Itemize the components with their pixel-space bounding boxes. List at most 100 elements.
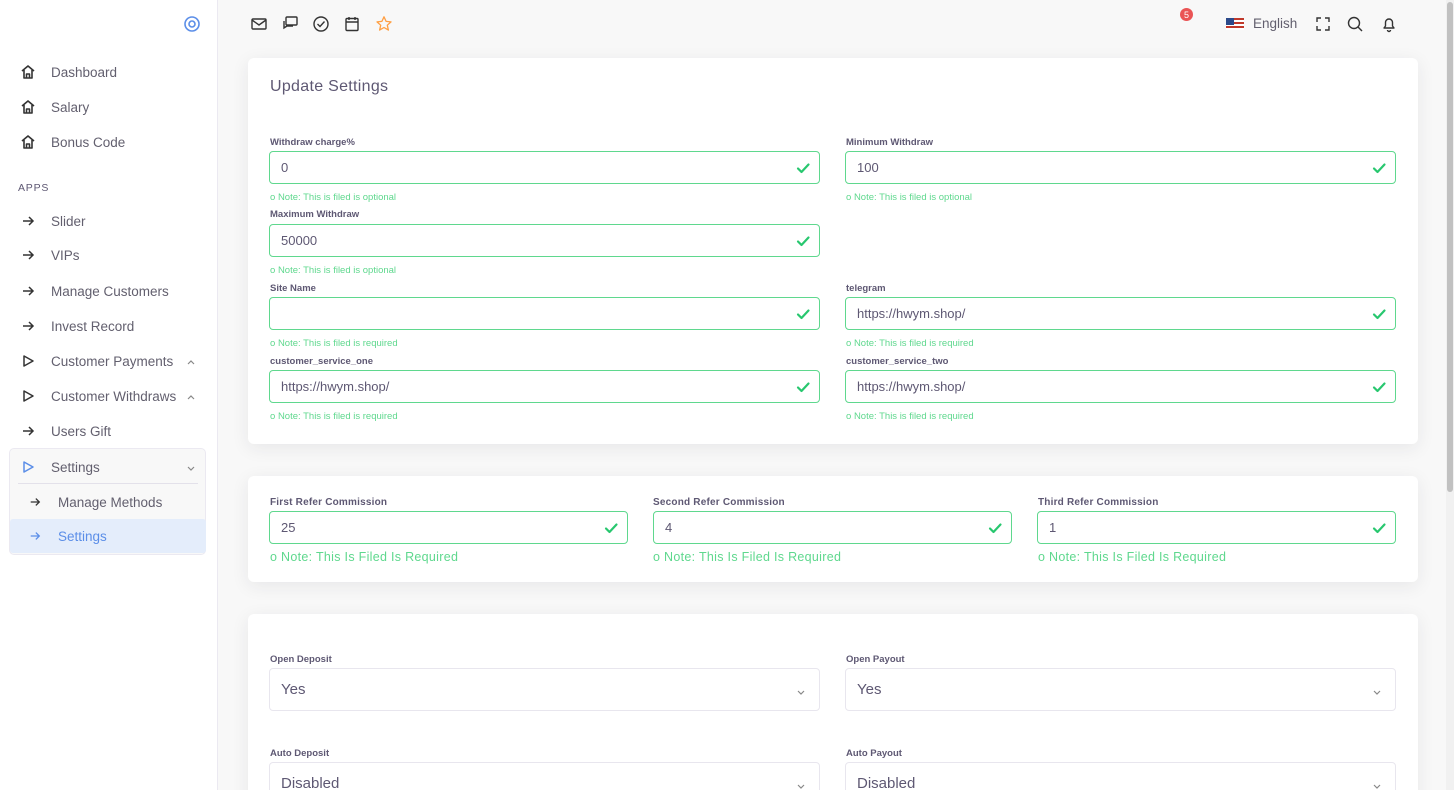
language-selector[interactable]: English — [1226, 16, 1297, 31]
first-refer-input[interactable]: 25 — [269, 511, 628, 544]
field-note: Note: This is filed is optional — [846, 192, 972, 203]
mail-icon[interactable] — [250, 15, 268, 33]
sidebar-item-label: Dashboard — [51, 64, 118, 80]
check-icon — [795, 160, 811, 176]
auto-payout-select[interactable]: Disabled — [845, 762, 1396, 790]
site-name-label: Site Name — [270, 283, 316, 294]
maximum-withdraw-input[interactable]: 50000 — [269, 224, 820, 257]
open-payout-label: Open Payout — [846, 654, 905, 665]
third-refer-label: Third Refer Commission — [1038, 497, 1159, 508]
search-icon[interactable] — [1346, 15, 1364, 33]
bell-icon[interactable] — [1380, 15, 1398, 33]
auto-deposit-select[interactable]: Disabled — [269, 762, 820, 790]
auto-payout-label: Auto Payout — [846, 748, 902, 759]
us-flag-icon — [1226, 17, 1244, 30]
field-note: Note: This is filed is required — [846, 338, 974, 349]
sidebar-item-users-gift[interactable]: Users Gift — [10, 414, 206, 448]
radio-toggle-icon[interactable] — [183, 15, 201, 33]
sidebar-item-label: Slider — [51, 213, 86, 229]
sidebar-item-label: Customer Payments — [51, 353, 174, 369]
telegram-input[interactable]: https://hwym.shop/ — [845, 297, 1396, 330]
third-refer-input[interactable]: 1 — [1037, 511, 1396, 544]
sidebar: Dashboard Salary Bonus Code APPS Slider … — [0, 0, 218, 790]
arrow-right-icon — [20, 423, 36, 439]
second-refer-label: Second Refer Commission — [653, 497, 785, 508]
field-note: Note: This Is Filed Is Required — [1038, 550, 1226, 564]
sidebar-item-label: Manage Methods — [58, 494, 163, 510]
home-icon — [20, 99, 36, 115]
check-icon — [795, 233, 811, 249]
check-icon — [1371, 160, 1387, 176]
select-value: Disabled — [857, 775, 916, 790]
star-icon[interactable] — [375, 15, 393, 33]
field-note: Note: This Is Filed Is Required — [270, 550, 458, 564]
chevron-down-icon — [796, 778, 806, 789]
open-deposit-label: Open Deposit — [270, 654, 332, 665]
withdraw-charge-input[interactable]: 0 — [269, 151, 820, 184]
scrollbar-thumb[interactable] — [1447, 2, 1453, 492]
refer-commission-card: First Refer Commission 25 Note: This Is … — [248, 476, 1418, 582]
arrow-right-icon — [20, 213, 36, 229]
withdraw-charge-label: Withdraw charge% — [270, 137, 355, 148]
sidebar-item-label: Invest Record — [51, 318, 135, 334]
sidebar-item-salary[interactable]: Salary — [10, 90, 206, 124]
first-refer-label: First Refer Commission — [270, 497, 388, 508]
sidebar-item-manage-methods[interactable]: Manage Methods — [10, 485, 206, 519]
chevron-down-icon — [1372, 778, 1382, 789]
sidebar-item-label: Settings — [51, 459, 100, 475]
second-refer-input[interactable]: 4 — [653, 511, 1012, 544]
input-value: 100 — [857, 160, 879, 175]
open-payout-select[interactable]: Yes — [845, 668, 1396, 711]
input-value: https://hwym.shop/ — [281, 379, 390, 394]
arrow-right-icon — [20, 283, 36, 299]
sidebar-item-manage-customers[interactable]: Manage Customers — [10, 274, 206, 308]
input-value: 0 — [281, 160, 289, 175]
sidebar-item-label: Users Gift — [51, 423, 112, 439]
card-title: Update Settings — [270, 78, 389, 95]
sidebar-item-label: Customer Withdraws — [51, 388, 177, 404]
check-icon — [1371, 306, 1387, 322]
options-card: Open Deposit Yes Open Payout Yes Auto De… — [248, 614, 1418, 790]
chat-icon[interactable] — [281, 15, 299, 33]
sidebar-item-vips[interactable]: VIPs — [10, 238, 206, 272]
chevron-down-icon — [186, 461, 196, 471]
field-note: Note: This is filed is optional — [270, 265, 396, 276]
play-icon — [20, 388, 36, 404]
divider — [18, 483, 198, 484]
check-icon — [1371, 520, 1387, 536]
field-note: Note: This is filed is optional — [270, 192, 396, 203]
check-icon — [795, 379, 811, 395]
customer-service-one-input[interactable]: https://hwym.shop/ — [269, 370, 820, 403]
arrow-right-icon — [20, 247, 36, 263]
sidebar-item-invest-record[interactable]: Invest Record — [10, 309, 206, 343]
calendar-icon[interactable] — [343, 15, 361, 33]
open-deposit-select[interactable]: Yes — [269, 668, 820, 711]
sidebar-item-customer-withdraws[interactable]: Customer Withdraws — [10, 379, 206, 413]
check-circle-icon[interactable] — [312, 15, 330, 33]
sidebar-item-settings-active[interactable]: Settings — [10, 519, 206, 553]
sidebar-item-slider[interactable]: Slider — [10, 204, 206, 238]
sidebar-item-settings[interactable]: Settings — [10, 450, 206, 484]
input-value: https://hwym.shop/ — [857, 306, 966, 321]
page-scrollbar[interactable] — [1446, 0, 1454, 790]
home-icon — [20, 64, 36, 80]
arrow-right-icon — [20, 318, 36, 334]
fullscreen-icon[interactable] — [1314, 15, 1332, 33]
customer-service-two-input[interactable]: https://hwym.shop/ — [845, 370, 1396, 403]
arrow-right-icon — [27, 494, 43, 510]
input-value: 50000 — [281, 233, 318, 248]
sidebar-item-label: Settings — [58, 528, 107, 544]
chevron-up-icon — [186, 355, 196, 365]
sidebar-item-label: Manage Customers — [51, 283, 169, 299]
minimum-withdraw-input[interactable]: 100 — [845, 151, 1396, 184]
notification-badge: 5 — [1180, 8, 1193, 21]
sidebar-item-bonus-code[interactable]: Bonus Code — [10, 125, 206, 159]
field-note: Note: This is filed is required — [270, 411, 398, 422]
sidebar-item-customer-payments[interactable]: Customer Payments — [10, 344, 206, 378]
minimum-withdraw-label: Minimum Withdraw — [846, 137, 933, 148]
play-icon — [20, 353, 36, 369]
customer-service-two-label: customer_service_two — [846, 356, 949, 367]
site-name-input[interactable] — [269, 297, 820, 330]
sidebar-item-dashboard[interactable]: Dashboard — [10, 55, 206, 89]
select-value: Disabled — [281, 775, 340, 790]
